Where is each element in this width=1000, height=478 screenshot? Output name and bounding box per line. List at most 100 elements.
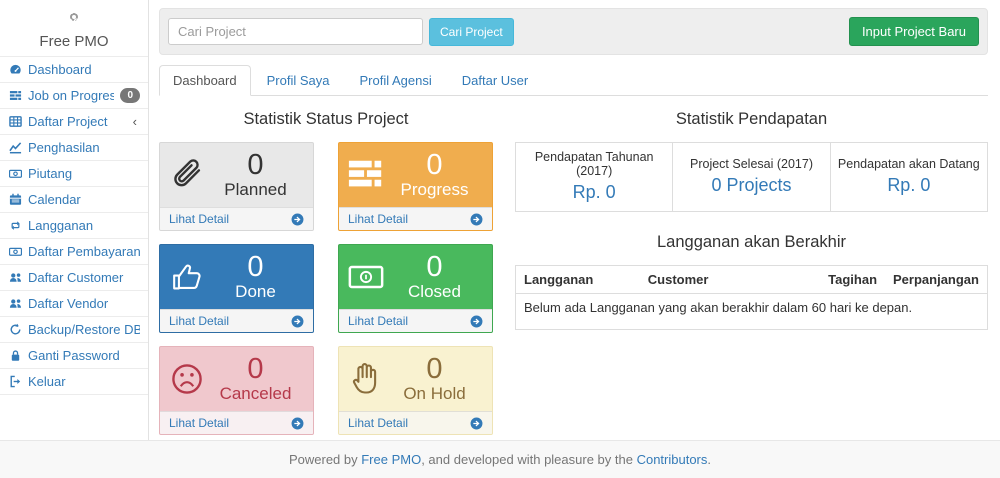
sidebar: NO LOGO Free PMO Dashboard Job on Progre… [0,0,149,440]
arrow-circle-right-icon [291,213,304,226]
canceled-detail-link[interactable]: Lihat Detail [169,416,229,430]
sidebar-item-job-on-progress[interactable]: Job on Progress 0 [0,83,148,109]
sidebar-item-label: Job on Progress [28,88,114,103]
column-header: Customer [640,266,820,294]
no-logo-badge: NO LOGO [70,13,78,21]
progress-count: 0 [387,150,482,180]
planned-label: Planned [208,180,303,200]
sidebar-item-label: Dashboard [28,62,140,77]
subscription-section-title: Langganan akan Berakhir [515,233,988,252]
sidebar-item-penghasilan[interactable]: Penghasilan [0,135,148,161]
sidebar-item-label: Keluar [28,374,140,389]
sidebar-item-label: Penghasilan [28,140,140,155]
sidebar-item-label: Backup/Restore DB [28,322,140,337]
free-pmo-link[interactable]: Free PMO [361,452,421,467]
lock-icon [9,349,22,362]
new-project-button[interactable]: Input Project Baru [849,17,979,46]
status-card-on-hold: 0 On Hold Lihat Detail [338,346,493,435]
on-hold-detail-link[interactable]: Lihat Detail [348,416,408,430]
done-label: Done [208,282,303,302]
sidebar-item-daftar-project[interactable]: Daftar Project ‹ [0,109,148,135]
stat-cell: Project Selesai (2017) 0 Projects [673,143,830,212]
sidebar-item-daftar-customer[interactable]: Daftar Customer [0,265,148,291]
column-header: Langganan [516,266,640,294]
closed-detail-link[interactable]: Lihat Detail [348,314,408,328]
column-header: Tagihan [820,266,885,294]
footer-text: Powered by Free PMO, and developed with … [289,452,711,467]
sidebar-item-dashboard[interactable]: Dashboard [0,57,148,83]
sidebar-item-daftar-vendor[interactable]: Daftar Vendor [0,291,148,317]
status-card-closed: 0 Closed Lihat Detail [338,244,493,333]
closed-count: 0 [387,252,482,282]
tab-bar: Dashboard Profil Saya Profil Agensi Daft… [159,65,988,96]
sidebar-item-label: Piutang [28,166,140,181]
tab-profil-agensi[interactable]: Profil Agensi [345,65,445,96]
tasks-icon [9,89,22,102]
arrow-circle-right-icon [470,417,483,430]
progress-label: Progress [387,180,482,200]
subscription-header-row: Langganan Customer Tagihan Perpanjangan [516,266,988,294]
sidebar-item-label: Daftar Vendor [28,296,140,311]
income-stats-table: Pendapatan Tahunan (2017) Rp. 0 Project … [515,142,988,212]
finished-projects-link[interactable]: 0 Projects [711,175,791,196]
tab-profil-saya[interactable]: Profil Saya [253,65,344,96]
paperclip-icon [168,156,208,194]
progress-detail-link[interactable]: Lihat Detail [348,212,408,226]
status-card-canceled: 0 Canceled Lihat Detail [159,346,314,435]
arrow-circle-right-icon [291,315,304,328]
sidebar-item-langganan[interactable]: Langganan [0,213,148,239]
status-section-title: Statistik Status Project [159,110,493,129]
sidebar-item-piutang[interactable]: Piutang [0,161,148,187]
arrow-circle-right-icon [470,315,483,328]
subscription-empty-row: Belum ada Langganan yang akan berakhir d… [516,294,988,330]
app-footer: Powered by Free PMO, and developed with … [0,440,1000,478]
tab-dashboard[interactable]: Dashboard [159,65,251,96]
chevron-left-icon: ‹ [133,114,140,129]
column-header: Perpanjangan [885,266,987,294]
canceled-label: Canceled [208,384,303,404]
done-count: 0 [208,252,303,282]
status-cards: 0 Planned Lihat Detail [159,142,493,435]
search-project-input[interactable] [168,18,423,45]
money-icon [347,258,387,296]
sidebar-item-label: Daftar Customer [28,270,140,285]
dashboard-panel: Statistik Status Project 0 Planned [159,100,988,435]
search-project-button[interactable]: Cari Project [429,18,514,46]
status-card-done: 0 Done Lihat Detail [159,244,314,333]
logo-line1: NO [67,6,82,17]
dashboard-icon [9,63,22,76]
sidebar-item-backup-restore-db[interactable]: Backup/Restore DB [0,317,148,343]
sidebar-item-daftar-pembayaran[interactable]: Daftar Pembayaran [0,239,148,265]
sidebar-item-ganti-password[interactable]: Ganti Password [0,343,148,369]
arrow-circle-right-icon [291,417,304,430]
subscription-table: Langganan Customer Tagihan Perpanjangan … [515,265,988,330]
sign-out-icon [9,375,22,388]
users-icon [9,297,22,310]
tab-daftar-user[interactable]: Daftar User [448,65,542,96]
sidebar-item-label: Ganti Password [28,348,140,363]
sidebar-menu: Dashboard Job on Progress 0 Daftar Proje… [0,56,148,395]
sidebar-item-label: Langganan [28,218,140,233]
stat-label: Pendapatan Tahunan (2017) [520,150,668,178]
upcoming-income-link[interactable]: Rp. 0 [887,175,930,196]
done-detail-link[interactable]: Lihat Detail [169,314,229,328]
sidebar-item-keluar[interactable]: Keluar [0,369,148,395]
stat-cell: Pendapatan Tahunan (2017) Rp. 0 [516,143,673,212]
page: NO LOGO Free PMO Dashboard Job on Progre… [0,0,1000,440]
job-count-badge: 0 [120,88,140,103]
yearly-income-link[interactable]: Rp. 0 [573,182,616,203]
sidebar-item-calendar[interactable]: Calendar [0,187,148,213]
contributors-link[interactable]: Contributors [637,452,708,467]
project-search-bar: Cari Project Input Project Baru [159,8,988,55]
stat-label: Pendapatan akan Datang [835,157,983,171]
planned-detail-link[interactable]: Lihat Detail [169,212,229,226]
main-content: Cari Project Input Project Baru Dashboar… [149,0,1000,440]
thumbs-up-icon [168,258,208,296]
tasks-icon [347,156,387,194]
sidebar-item-label: Daftar Project [28,114,127,129]
stat-label: Project Selesai (2017) [677,157,825,171]
status-card-planned: 0 Planned Lihat Detail [159,142,314,231]
calendar-icon [9,193,22,206]
on-hold-label: On Hold [387,384,482,404]
sidebar-item-label: Daftar Pembayaran [28,244,140,259]
